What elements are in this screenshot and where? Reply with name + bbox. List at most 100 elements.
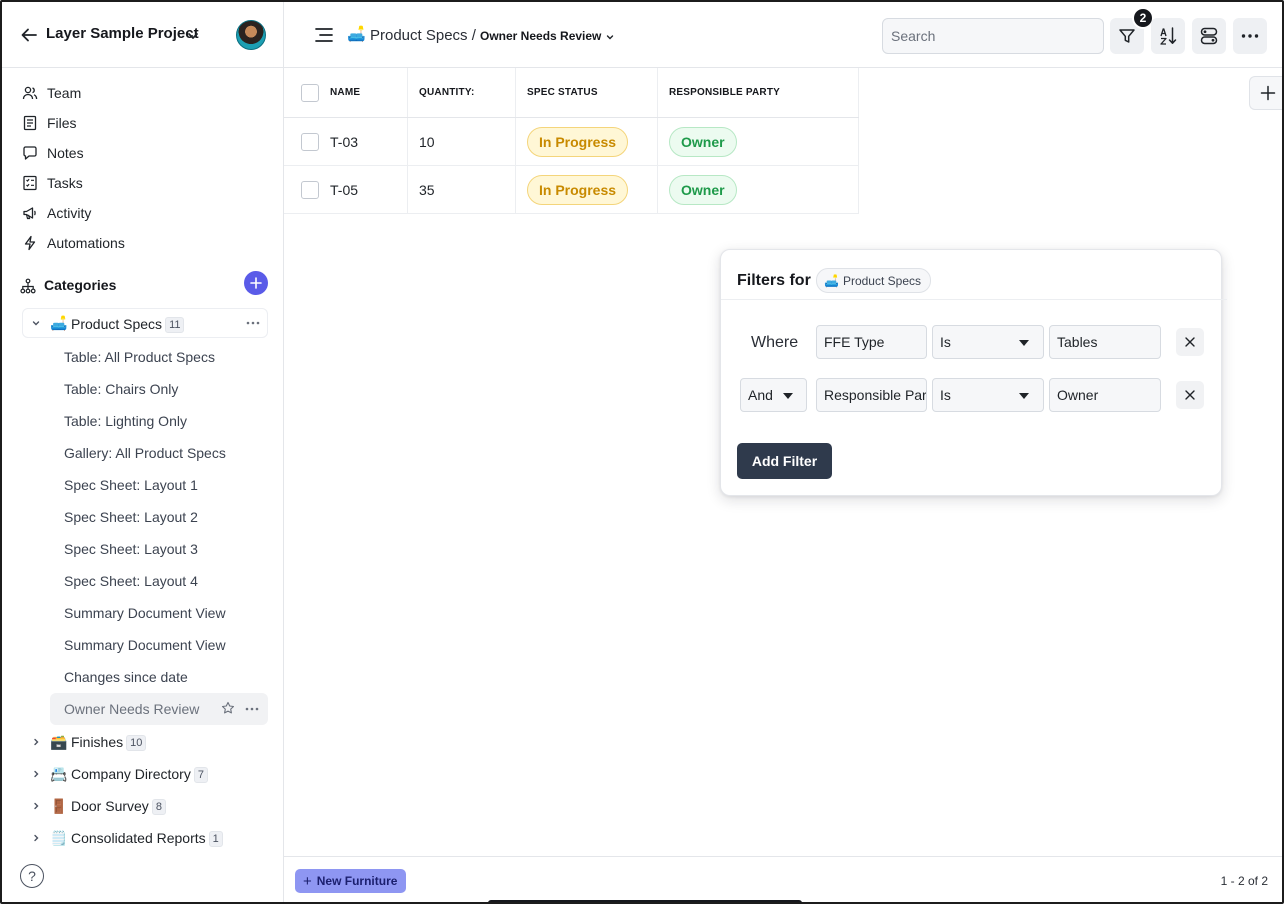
project-title[interactable]: Layer Sample Project (46, 25, 199, 42)
new-furniture-button[interactable]: + New Furniture (295, 869, 407, 893)
automations-icon (24, 235, 36, 251)
card-index-icon: 📇 (50, 766, 68, 782)
group-button[interactable] (1192, 18, 1226, 54)
view-item[interactable]: Summary Document View (2, 597, 284, 629)
view-label: Summary Document View (64, 605, 226, 621)
operator-value: Is (940, 387, 951, 403)
view-item[interactable]: Table: All Product Specs (2, 341, 284, 373)
nav-label: Tasks (47, 175, 83, 191)
star-icon[interactable] (221, 701, 235, 715)
view-item[interactable]: Table: Chairs Only (2, 373, 284, 405)
category-product-specs[interactable]: 🛋️ Product Specs 11 (22, 308, 268, 338)
view-item[interactable]: Spec Sheet: Layout 1 (2, 469, 284, 501)
category-name: Product Specs (71, 316, 163, 332)
more-icon[interactable] (245, 317, 261, 329)
category-name: Consolidated Reports (71, 830, 206, 846)
nav-item-notes[interactable]: Notes (2, 138, 284, 168)
sort-button[interactable] (1151, 18, 1185, 54)
filter-value-input[interactable]: Tables (1049, 325, 1161, 359)
view-item[interactable]: Spec Sheet: Layout 2 (2, 501, 284, 533)
chevron-right-icon[interactable] (31, 737, 41, 747)
dropdown-caret-icon (1019, 393, 1029, 399)
chevron-down-icon[interactable] (186, 29, 200, 43)
status-badge: In Progress (527, 127, 629, 157)
select-all-checkbox[interactable] (301, 84, 319, 102)
menu-icon[interactable] (314, 26, 334, 44)
category-company-directory[interactable]: 📇 Company Directory 7 (2, 759, 284, 789)
column-header-responsible-party[interactable]: RESPONSIBLE PARTY (658, 68, 859, 117)
column-header-spec-status[interactable]: SPEC STATUS (516, 68, 658, 117)
table-row[interactable]: T-03 10 In Progress Owner (284, 118, 859, 166)
cell-responsible-party: Owner (658, 166, 859, 213)
cell-spec-status: In Progress (516, 166, 658, 213)
plus-icon: + (303, 872, 312, 890)
chevron-right-icon[interactable] (31, 769, 41, 779)
filter-conjunction-select[interactable]: And (740, 378, 807, 412)
category-name: Company Directory (71, 766, 191, 782)
category-chip: 🛋️ Product Specs (816, 268, 931, 293)
more-options-button[interactable] (1233, 18, 1267, 54)
chevron-down-icon[interactable] (605, 32, 615, 42)
pagination-info: 1 - 2 of 2 (1220, 874, 1268, 888)
filter-operator-select[interactable]: Is (932, 378, 1044, 412)
tasks-icon (23, 175, 37, 191)
filter-value: Tables (1057, 334, 1098, 350)
view-item[interactable]: Gallery: All Product Specs (2, 437, 284, 469)
filter-operator-select[interactable]: Is (932, 325, 1044, 359)
sort-az-icon (1160, 27, 1177, 45)
team-icon (22, 86, 38, 100)
nav-item-tasks[interactable]: Tasks (2, 168, 284, 198)
view-item[interactable]: Spec Sheet: Layout 3 (2, 533, 284, 565)
filter-field-select[interactable]: Responsible Party (816, 378, 927, 412)
add-category-button[interactable] (244, 271, 268, 295)
name-value: T-03 (330, 134, 359, 150)
cell-name: T-03 (284, 118, 408, 165)
quantity-value: 35 (419, 182, 435, 198)
column-header-quantity[interactable]: QUANTITY: (408, 68, 516, 117)
column-header-name[interactable]: NAME (284, 68, 408, 117)
category-finishes[interactable]: 🗃️ Finishes 10 (2, 727, 284, 757)
filter-field-select[interactable]: FFE Type (816, 325, 927, 359)
help-button[interactable]: ? (20, 864, 44, 888)
search-input[interactable] (882, 18, 1104, 54)
nav-item-team[interactable]: Team (2, 78, 284, 108)
table-row[interactable]: T-05 35 In Progress Owner (284, 166, 859, 214)
category-label: Door Survey 8 (71, 798, 166, 815)
breadcrumb-view[interactable]: Owner Needs Review (480, 29, 601, 43)
filter-value-input[interactable]: Owner (1049, 378, 1161, 412)
column-label: RESPONSIBLE PARTY (669, 87, 781, 98)
column-label: QUANTITY: (419, 87, 475, 98)
chevron-right-icon[interactable] (31, 801, 41, 811)
avatar[interactable] (236, 20, 266, 50)
remove-filter-button[interactable] (1176, 328, 1204, 356)
add-column-button[interactable] (1249, 76, 1282, 110)
nav-item-activity[interactable]: Activity (2, 198, 284, 228)
project-header: Layer Sample Project (2, 2, 284, 68)
chevron-right-icon[interactable] (31, 833, 41, 843)
category-door-survey[interactable]: 🚪 Door Survey 8 (2, 791, 284, 821)
view-label: Summary Document View (64, 637, 226, 653)
more-icon[interactable] (244, 703, 260, 715)
view-item[interactable]: Changes since date (2, 661, 284, 693)
view-item[interactable]: Table: Lighting Only (2, 405, 284, 437)
party-badge: Owner (669, 175, 737, 205)
nav-item-files[interactable]: Files (2, 108, 284, 138)
cell-quantity: 10 (408, 118, 516, 165)
view-label: Table: All Product Specs (64, 349, 215, 365)
plus-icon (250, 277, 262, 289)
dropdown-caret-icon (1019, 340, 1029, 346)
view-item[interactable]: Summary Document View (2, 629, 284, 661)
remove-filter-button[interactable] (1176, 381, 1204, 409)
chevron-down-icon[interactable] (31, 318, 41, 328)
add-filter-button[interactable]: Add Filter (737, 443, 832, 479)
category-consolidated-reports[interactable]: 🗒️ Consolidated Reports 1 (2, 823, 284, 853)
cell-quantity: 35 (408, 166, 516, 213)
breadcrumb-category[interactable]: Product Specs / (370, 27, 476, 44)
row-checkbox[interactable] (301, 181, 319, 199)
view-item[interactable]: Spec Sheet: Layout 4 (2, 565, 284, 597)
status-badge: In Progress (527, 175, 629, 205)
row-checkbox[interactable] (301, 133, 319, 151)
view-item-active[interactable]: Owner Needs Review (50, 693, 268, 725)
back-arrow-icon[interactable] (20, 26, 38, 44)
nav-item-automations[interactable]: Automations (2, 228, 284, 258)
